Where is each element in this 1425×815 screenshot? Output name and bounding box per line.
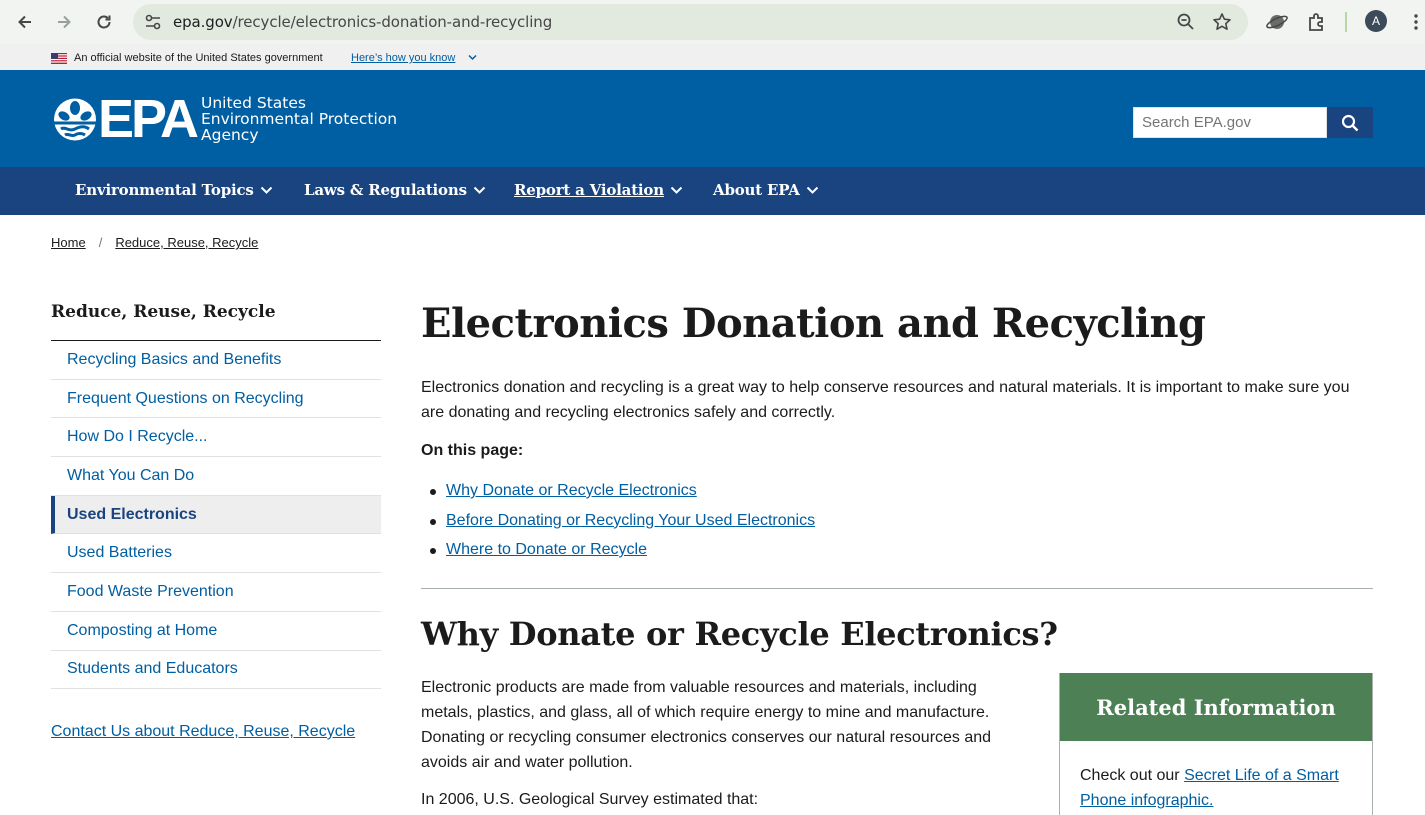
agency-name[interactable]: United States Environmental Protection A…: [201, 95, 397, 143]
forward-arrow-icon: [58, 15, 71, 29]
sidenav-item-frequent-questions[interactable]: Frequent Questions on Recycling: [51, 380, 381, 419]
nav-report-a-violation[interactable]: Report a Violation: [514, 181, 683, 199]
nav-item-label: Laws & Regulations: [304, 181, 467, 199]
related-information-box: Related Information Check out our Secret…: [1059, 673, 1373, 815]
profile-avatar[interactable]: A: [1365, 10, 1387, 32]
breadcrumb: Home / Reduce, Reuse, Recycle: [51, 235, 258, 250]
sidenav-item-used-electronics[interactable]: Used Electronics: [51, 495, 381, 535]
browser-toolbar: epa.gov/recycle/electronics-donation-and…: [0, 0, 1425, 44]
toc-link-before-donating[interactable]: Before Donating or Recycling Your Used E…: [446, 512, 815, 529]
sidenav-title: Reduce, Reuse, Recycle: [51, 302, 276, 322]
zoom-icon[interactable]: [1176, 12, 1196, 32]
chevron-down-icon: [260, 186, 272, 194]
list-item: Why Donate or Recycle Electronics: [429, 482, 815, 512]
url-path: /recycle/electronics-donation-and-recycl…: [232, 13, 553, 31]
section-divider: [421, 588, 1373, 589]
on-this-page-list: Why Donate or Recycle Electronics Before…: [429, 482, 815, 571]
sidenav-item-used-batteries[interactable]: Used Batteries: [51, 534, 381, 574]
gov-banner-text: An official website of the United States…: [74, 52, 323, 64]
reload-icon: [97, 15, 111, 29]
toolbar-divider: [1345, 12, 1347, 32]
breadcrumb-reduce-reuse-recycle[interactable]: Reduce, Reuse, Recycle: [115, 235, 258, 250]
search-button[interactable]: [1327, 107, 1373, 138]
sidenav-item-what-you-can-do[interactable]: What You Can Do: [51, 457, 381, 496]
nav-about-epa[interactable]: About EPA: [713, 181, 819, 199]
nav-laws-regulations[interactable]: Laws & Regulations: [304, 181, 486, 199]
list-item: Where to Donate or Recycle: [429, 541, 815, 571]
chevron-down-icon: [806, 186, 818, 194]
us-flag-icon: [51, 53, 67, 64]
site-info-icon[interactable]: [143, 12, 163, 32]
section-paragraph: Electronic products are made from valuab…: [421, 679, 992, 771]
gov-banner: An official website of the United States…: [0, 44, 1425, 70]
extensions-puzzle-icon[interactable]: [1305, 10, 1329, 34]
page-title: Electronics Donation and Recycling: [421, 300, 1206, 347]
section-paragraph-2: In 2006, U.S. Geological Survey estimate…: [421, 791, 759, 808]
contact-us-link[interactable]: Contact Us about Reduce, Reuse, Recycle: [51, 723, 355, 741]
related-text: Check out our: [1080, 767, 1185, 784]
breadcrumb-home[interactable]: Home: [51, 235, 86, 250]
list-item: Before Donating or Recycling Your Used E…: [429, 512, 815, 542]
toc-link-why-donate[interactable]: Why Donate or Recycle Electronics: [446, 482, 697, 499]
sidenav-item-food-waste-prevention[interactable]: Food Waste Prevention: [51, 573, 381, 612]
agency-line-2: Environmental Protection: [201, 110, 398, 128]
heres-how-you-know-link[interactable]: Here’s how you know: [351, 52, 455, 64]
site-header: EPA United States Environmental Protecti…: [0, 70, 1425, 167]
sidenav-item-composting-at-home[interactable]: Composting at Home: [51, 612, 381, 651]
search-icon: [1341, 114, 1359, 131]
back-button[interactable]: [11, 8, 39, 36]
nav-item-label: Environmental Topics: [75, 181, 254, 199]
related-information-body: Check out our Secret Life of a Smart Pho…: [1060, 741, 1372, 813]
nav-item-label: About EPA: [713, 181, 800, 199]
agency-line-1: United States: [201, 94, 306, 112]
main-navigation: Environmental Topics Laws & Regulations …: [0, 167, 1425, 215]
sidenav-item-students-educators[interactable]: Students and Educators: [51, 651, 381, 690]
sidenav-item-recycling-basics[interactable]: Recycling Basics and Benefits: [51, 341, 381, 380]
nav-item-label: Report a Violation: [514, 181, 664, 199]
extension-planet-icon[interactable]: [1265, 10, 1289, 34]
url-host: epa.gov: [173, 13, 233, 31]
intro-paragraph: Electronics donation and recycling is a …: [421, 379, 1350, 421]
search-input[interactable]: [1133, 107, 1327, 138]
forward-button[interactable]: [50, 8, 78, 36]
bookmark-star-icon[interactable]: [1211, 11, 1233, 33]
chevron-down-icon: [670, 186, 683, 194]
toc-link-where-to-donate[interactable]: Where to Donate or Recycle: [446, 541, 647, 558]
url-text: epa.gov/recycle/electronics-donation-and…: [173, 13, 552, 31]
nav-environmental-topics[interactable]: Environmental Topics: [75, 181, 273, 199]
address-bar[interactable]: epa.gov/recycle/electronics-donation-and…: [133, 4, 1248, 40]
breadcrumb-separator: /: [98, 235, 103, 250]
related-information-title: Related Information: [1060, 673, 1372, 741]
sidenav-item-how-do-i-recycle[interactable]: How Do I Recycle...: [51, 418, 381, 458]
epa-logo-text[interactable]: EPA: [98, 92, 199, 146]
back-arrow-icon: [18, 15, 31, 29]
section-heading: Why Donate or Recycle Electronics?: [421, 615, 1058, 653]
menu-kebab-icon[interactable]: [1410, 12, 1422, 32]
side-navigation: Recycling Basics and Benefits Frequent Q…: [51, 340, 381, 690]
chevron-down-icon: [473, 186, 486, 194]
epa-logo-flower-icon[interactable]: [51, 97, 99, 142]
reload-button[interactable]: [90, 8, 118, 36]
chevron-down-icon[interactable]: [468, 54, 477, 61]
agency-line-3: Agency: [201, 126, 259, 144]
on-this-page-label: On this page:: [421, 442, 524, 459]
